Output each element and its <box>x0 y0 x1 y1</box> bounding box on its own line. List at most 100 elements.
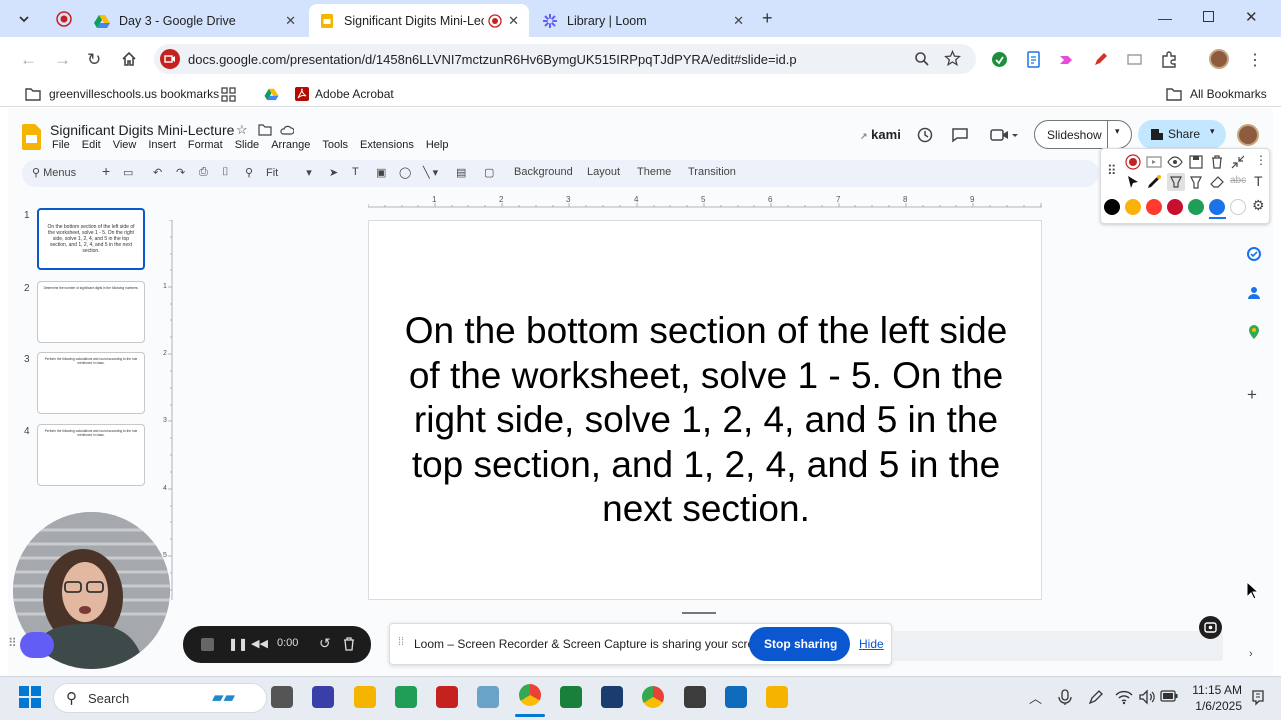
close-icon[interactable]: ✕ <box>508 13 519 29</box>
eraser-icon[interactable] <box>1209 174 1225 190</box>
all-bookmarks[interactable]: All Bookmarks <box>1166 81 1267 107</box>
layout-button[interactable]: Layout <box>587 166 620 178</box>
chrome-icon[interactable] <box>642 686 664 708</box>
print-icon[interactable]: ⎙ <box>199 166 208 179</box>
line-icon[interactable]: ╲ ▾ <box>423 166 438 179</box>
chevron-down-icon[interactable]: ▾ <box>1210 126 1215 137</box>
color-dark-red[interactable] <box>1167 199 1183 215</box>
slide-layout-icon[interactable]: ▭ <box>123 166 133 179</box>
history-icon[interactable] <box>916 126 934 144</box>
notification-icon[interactable] <box>1250 689 1266 706</box>
collapse-panel-icon[interactable]: › <box>1249 648 1253 660</box>
text-box-icon[interactable]: T <box>352 166 359 178</box>
comment-icon[interactable] <box>951 126 969 144</box>
profile-avatar[interactable] <box>1209 49 1229 69</box>
cloud-status-icon[interactable] <box>280 124 294 135</box>
undo-icon[interactable]: ↶ <box>153 166 162 179</box>
menu-view[interactable]: View <box>113 139 137 151</box>
laser-pen-icon[interactable] <box>1146 174 1162 190</box>
color-yellow[interactable] <box>1125 199 1141 215</box>
speaker-notes-handle[interactable] <box>682 612 716 614</box>
tab-slides[interactable]: Significant Digits Mini-Lectu ✕ <box>309 4 529 37</box>
slide-thumbnail[interactable]: Perform the following calculations and r… <box>37 424 145 486</box>
slideshow-button[interactable]: Slideshow ▾ <box>1034 120 1132 149</box>
maximize-button[interactable] <box>1203 11 1214 22</box>
move-folder-icon[interactable] <box>258 124 272 136</box>
outlook-icon[interactable] <box>725 686 747 708</box>
browser-menu-button[interactable]: ⋮ <box>1247 50 1263 70</box>
color-blue[interactable] <box>1209 199 1225 215</box>
meet-button[interactable] <box>990 127 1018 143</box>
snipping-tool-icon[interactable] <box>477 686 499 708</box>
menu-insert[interactable]: Insert <box>148 139 176 151</box>
add-addon-button[interactable]: + <box>1247 385 1257 405</box>
record-icon[interactable] <box>1125 154 1141 170</box>
slide-thumbnail[interactable]: On the bottom section of the left side o… <box>37 208 145 270</box>
microphone-icon[interactable] <box>1058 689 1072 706</box>
home-button[interactable] <box>121 51 137 67</box>
strikethrough-icon[interactable]: abc <box>1230 175 1246 186</box>
trash-icon[interactable] <box>342 637 356 652</box>
theme-button[interactable]: Theme <box>637 166 671 178</box>
background-button[interactable]: Background <box>514 166 573 178</box>
google-slides-logo[interactable] <box>22 124 41 150</box>
new-slide-button[interactable]: + <box>102 163 110 179</box>
text-app-icon[interactable] <box>684 686 706 708</box>
clock[interactable]: 11:15 AM 1/6/2025 <box>1190 683 1242 713</box>
slide-thumbnail[interactable]: Determine the number of significant digi… <box>37 281 145 343</box>
file-explorer-icon[interactable] <box>354 686 376 708</box>
slides-app-icon[interactable] <box>766 686 788 708</box>
menu-edit[interactable]: Edit <box>82 139 101 151</box>
kami-button[interactable]: ↗ kami <box>860 127 901 142</box>
comment-add-icon[interactable]: ▢ <box>484 166 494 179</box>
color-black[interactable] <box>1104 199 1120 215</box>
extension-4[interactable] <box>1092 51 1109 68</box>
wifi-icon[interactable] <box>1115 689 1133 705</box>
menu-help[interactable]: Help <box>426 139 449 151</box>
reload-button[interactable]: ↻ <box>87 50 101 70</box>
slide-body-text[interactable]: On the bottom section of the left side o… <box>369 309 1043 532</box>
drag-handle-icon[interactable]: ⁞⁞ <box>398 636 404 648</box>
tab-search-button[interactable] <box>14 9 34 29</box>
recording-app-icon[interactable] <box>436 686 458 708</box>
current-slide[interactable]: On the bottom section of the left side o… <box>368 220 1042 600</box>
document-title[interactable]: Significant Digits Mini-Lecture <box>50 122 234 138</box>
close-icon[interactable]: ✕ <box>733 13 744 29</box>
chevron-down-icon[interactable]: ▾ <box>1115 126 1120 137</box>
bookmark-greenvilleschools[interactable]: greenvilleschools.us bookmarks <box>25 81 219 107</box>
apps-button[interactable] <box>221 81 236 107</box>
speaker-notes-area[interactable] <box>892 631 1223 661</box>
shape-icon[interactable]: ◯ <box>399 166 411 179</box>
highlighter-icon[interactable] <box>1167 173 1185 191</box>
building-app-icon[interactable] <box>312 686 334 708</box>
sis-app-icon[interactable] <box>601 686 623 708</box>
minimize-button[interactable]: — <box>1158 10 1172 26</box>
pen-input-icon[interactable] <box>1087 689 1104 706</box>
rewind-icon[interactable]: ◀◀ <box>251 637 268 650</box>
battery-icon[interactable] <box>1160 690 1178 703</box>
transition-button[interactable]: Transition <box>688 166 736 178</box>
drag-handle-icon[interactable]: ⠿ <box>8 636 17 650</box>
sheets-icon[interactable] <box>560 686 582 708</box>
contacts-icon[interactable] <box>1246 285 1262 301</box>
extension-5[interactable] <box>1126 51 1143 68</box>
color-red[interactable] <box>1146 199 1162 215</box>
menus-search[interactable]: ⚲ Menus <box>32 166 76 179</box>
bookmark-drive[interactable] <box>264 81 279 107</box>
eye-icon[interactable] <box>1167 154 1183 170</box>
menu-file[interactable]: File <box>52 139 70 151</box>
maps-icon[interactable] <box>1246 324 1262 340</box>
save-icon[interactable] <box>1188 154 1204 170</box>
bookmark-acrobat[interactable]: Adobe Acrobat <box>295 81 394 107</box>
more-icon[interactable]: ⋮ <box>1255 153 1267 167</box>
menu-slide[interactable]: Slide <box>235 139 259 151</box>
zoom-icon[interactable] <box>914 51 930 67</box>
loom-bubble-menu[interactable] <box>20 632 54 658</box>
menu-tools[interactable]: Tools <box>322 139 348 151</box>
hide-link[interactable]: Hide <box>859 637 884 651</box>
collapse-icon[interactable] <box>1230 154 1246 170</box>
marker-icon[interactable] <box>1188 174 1204 190</box>
volume-icon[interactable] <box>1138 689 1156 705</box>
restart-icon[interactable]: ↺ <box>319 635 331 652</box>
color-green[interactable] <box>1188 199 1204 215</box>
